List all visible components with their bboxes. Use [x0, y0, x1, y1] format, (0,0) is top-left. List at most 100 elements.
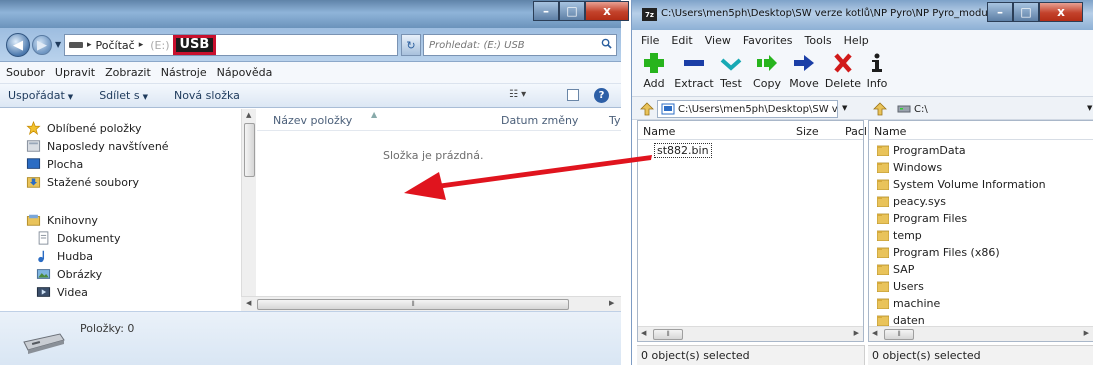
7zip-menu-favorites[interactable]: Favorites: [743, 34, 793, 47]
breadcrumb-usb-highlighted[interactable]: USB: [172, 35, 217, 55]
new-folder-button[interactable]: Nová složka: [174, 89, 240, 102]
scroll-right-icon[interactable]: ▶: [1084, 329, 1089, 337]
column-name[interactable]: Název položky: [273, 114, 352, 127]
back-button[interactable]: ◀: [6, 33, 30, 57]
copy-button[interactable]: Copy: [747, 50, 787, 96]
nav-recent-places[interactable]: Naposledy navštívené: [26, 139, 169, 153]
right-path-dropdown-icon[interactable]: ▼: [1087, 104, 1092, 112]
right-panel-path-combo[interactable]: C:\: [894, 100, 1090, 118]
explorer-minimize-button[interactable]: –: [533, 1, 559, 21]
folder-list-item-label: Program Files (x86): [893, 246, 1000, 259]
scroll-left-icon[interactable]: ◀: [872, 329, 877, 337]
folder-up-icon[interactable]: [873, 102, 887, 116]
nav-desktop[interactable]: Plocha: [26, 157, 83, 171]
left-column-size[interactable]: Size: [796, 125, 819, 138]
folder-list-item[interactable]: peacy.sys: [877, 193, 946, 210]
folder-list-item[interactable]: Windows: [877, 159, 942, 176]
file-item-st882-bin[interactable]: st882.bin: [654, 143, 712, 158]
navigation-pane-scrollbar[interactable]: ▲ ▼: [241, 109, 256, 309]
nav-pictures[interactable]: Obrázky: [36, 267, 102, 281]
folder-list-item[interactable]: SAP: [877, 261, 914, 278]
nav-downloads[interactable]: Stažené soubory: [26, 175, 139, 189]
explorer-maximize-button[interactable]: □: [559, 1, 585, 21]
nav-libraries[interactable]: Knihovny: [26, 213, 98, 227]
7zip-menu-view[interactable]: View: [705, 34, 731, 47]
left-panel-path-combo[interactable]: C:\Users\men5ph\Desktop\SW ver: [657, 100, 838, 118]
explorer-close-button[interactable]: x: [585, 1, 629, 21]
folder-up-icon[interactable]: [640, 102, 654, 116]
left-column-packed[interactable]: Pacl: [845, 125, 867, 138]
folder-list-item[interactable]: machine: [877, 295, 940, 312]
forward-button[interactable]: ▶: [32, 35, 52, 55]
scroll-left-icon[interactable]: ◀: [641, 329, 646, 337]
column-date-modified[interactable]: Datum změny: [501, 114, 578, 127]
search-input[interactable]: [424, 35, 594, 55]
folder-list-item[interactable]: Program Files: [877, 210, 967, 227]
file-list-horizontal-scrollbar[interactable]: ◀ ⦀ ▶: [241, 296, 621, 311]
breadcrumb-drive-letter[interactable]: (E:): [150, 39, 169, 52]
menu-file[interactable]: Soubor: [6, 66, 45, 79]
left-panel-scroll-thumb[interactable]: ⦀: [653, 329, 683, 340]
nav-videos[interactable]: Videa: [36, 285, 88, 299]
help-icon[interactable]: ?: [594, 88, 609, 103]
menu-edit[interactable]: Upravit: [55, 66, 95, 79]
address-bar[interactable]: ▸ Počítač ▸ (E:) USB ▼: [64, 34, 441, 56]
nav-favorites[interactable]: Oblíbené položky: [26, 121, 142, 135]
change-view-button[interactable]: ☷ ▾: [509, 89, 526, 100]
share-button[interactable]: Sdílet s ▼: [99, 89, 148, 102]
breadcrumb-computer[interactable]: Počítač: [96, 39, 135, 52]
search-icon[interactable]: [601, 38, 612, 49]
7zip-close-button[interactable]: x: [1039, 2, 1083, 22]
menu-tools[interactable]: Nástroje: [161, 66, 207, 79]
right-panel-scroll-thumb[interactable]: ⦀: [884, 329, 914, 340]
items-count: Položky: 0: [80, 322, 135, 335]
nav-documents[interactable]: Dokumenty: [36, 231, 120, 245]
add-button[interactable]: Add: [634, 50, 674, 96]
menu-help[interactable]: Nápověda: [217, 66, 273, 79]
forward-arrow-icon: ▶: [37, 37, 47, 53]
organize-button[interactable]: Uspořádat ▼: [8, 89, 73, 102]
move-label: Move: [789, 77, 819, 90]
7zip-maximize-button[interactable]: □: [1013, 2, 1039, 22]
menu-view[interactable]: Zobrazit: [105, 66, 151, 79]
breadcrumb-separator-icon[interactable]: ▸: [139, 40, 144, 50]
recent-pages-dropdown-icon[interactable]: ▼: [55, 40, 61, 49]
7zip-minimize-button[interactable]: –: [987, 2, 1013, 22]
scroll-right-icon[interactable]: ▶: [854, 329, 859, 337]
nav-documents-label: Dokumenty: [57, 231, 121, 245]
7zip-title-bar: 7z C:\Users\men5ph\Desktop\SW verze kotl…: [632, 0, 1093, 30]
preview-pane-button[interactable]: [567, 89, 579, 101]
folder-list-item[interactable]: ProgramData: [877, 142, 966, 159]
scroll-up-icon[interactable]: ▲: [246, 111, 251, 119]
folder-list-item[interactable]: Program Files (x86): [877, 244, 1000, 261]
documents-icon: [38, 231, 49, 245]
extract-button[interactable]: Extract: [674, 50, 714, 96]
info-button[interactable]: Info: [857, 50, 897, 96]
7zip-menu-tools[interactable]: Tools: [805, 34, 832, 47]
move-button[interactable]: Move: [784, 50, 824, 96]
search-box[interactable]: [423, 34, 617, 56]
column-type[interactable]: Ty: [609, 114, 621, 127]
nav-music[interactable]: Hudba: [36, 249, 93, 263]
right-column-name[interactable]: Name: [874, 125, 906, 138]
refresh-button[interactable]: ↻: [401, 34, 421, 56]
folder-list-item[interactable]: Users: [877, 278, 924, 295]
test-button[interactable]: Test: [711, 50, 751, 96]
libraries-icon: [26, 214, 41, 226]
7zip-menu-file[interactable]: File: [641, 34, 659, 47]
folder-list-item[interactable]: temp: [877, 227, 922, 244]
scroll-right-icon[interactable]: ▶: [609, 299, 614, 307]
left-panel-scrollbar[interactable]: ◀ ⦀ ▶: [638, 326, 863, 341]
right-panel-header: Name: [869, 121, 1093, 140]
scroll-left-icon[interactable]: ◀: [246, 299, 251, 307]
left-path-dropdown-icon[interactable]: ▼: [842, 104, 847, 112]
breadcrumb-separator-icon[interactable]: ▸: [87, 40, 92, 50]
sort-ascending-icon: ▲: [371, 110, 378, 119]
7zip-menu-help[interactable]: Help: [844, 34, 869, 47]
left-column-name[interactable]: Name: [643, 125, 675, 138]
folder-list-item[interactable]: System Volume Information: [877, 176, 1046, 193]
navigation-pane-scroll-thumb[interactable]: [244, 123, 255, 177]
file-list-scroll-thumb[interactable]: ⦀: [257, 299, 569, 310]
7zip-menu-edit[interactable]: Edit: [671, 34, 692, 47]
right-panel-scrollbar[interactable]: ◀ ⦀ ▶: [869, 326, 1093, 341]
